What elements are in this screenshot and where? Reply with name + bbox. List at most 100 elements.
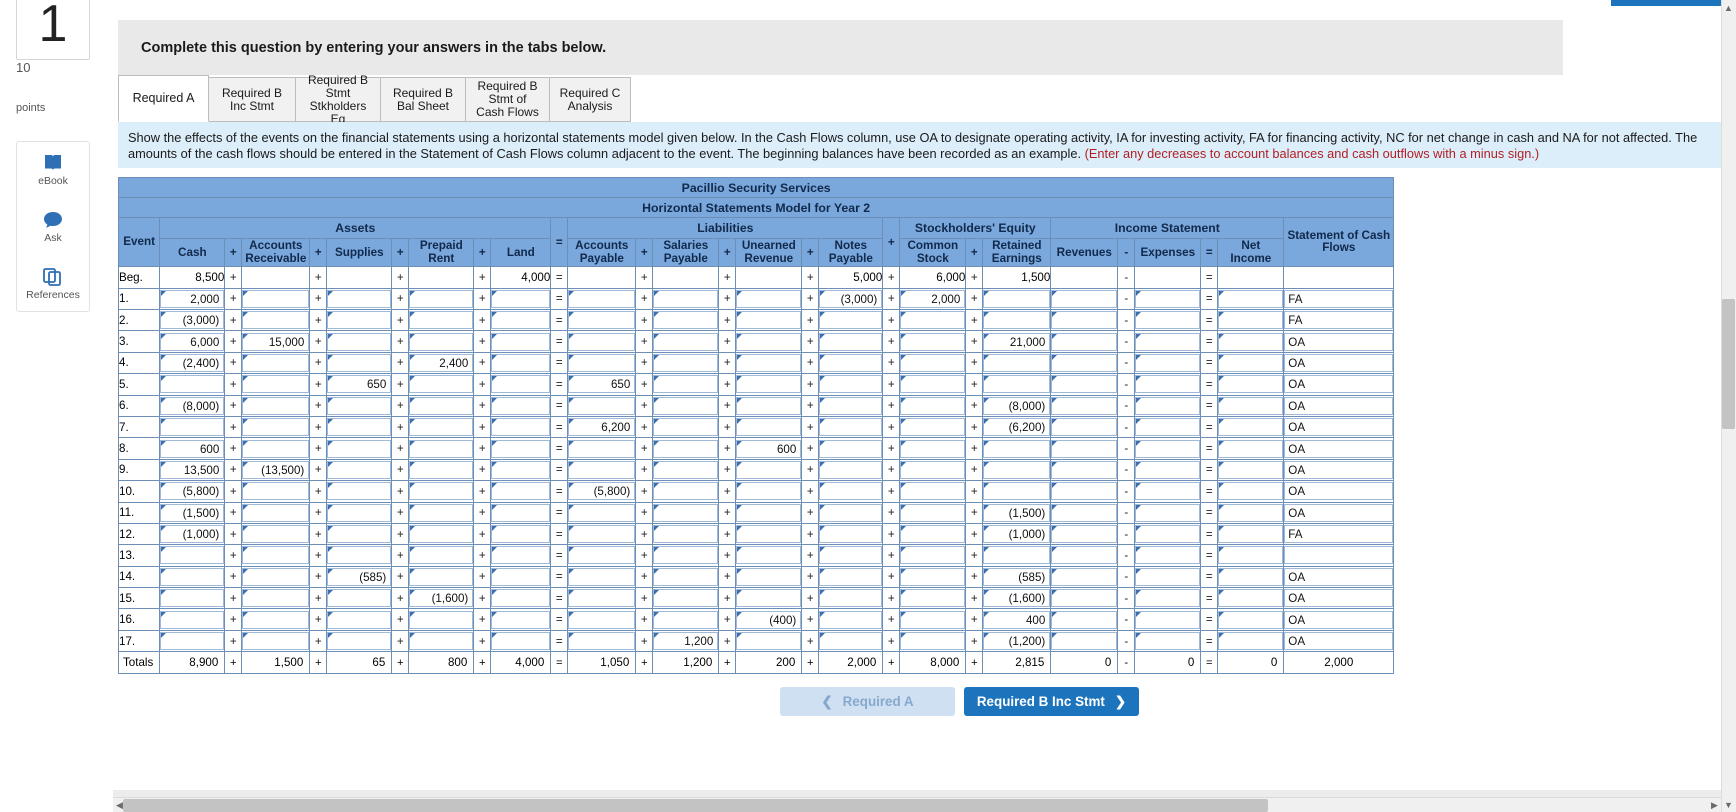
input-revenues[interactable] [1051,567,1118,586]
vertical-scroll-thumb[interactable] [1722,299,1735,429]
input-supplies[interactable]: (585) [327,567,392,586]
input-cash-flow[interactable]: OA [1284,567,1394,586]
cell-cash-flow[interactable]: OA [1283,394,1395,417]
scroll-down-arrow[interactable]: ▼ [1722,797,1735,812]
input-net-income[interactable] [1218,396,1284,415]
input-net-income[interactable] [1218,460,1284,479]
input-revenues[interactable] [1051,589,1118,608]
input-expenses[interactable] [1135,589,1201,608]
input-prepaid-rent[interactable] [409,567,474,586]
cell-cash-flow[interactable]: OA [1283,587,1395,610]
input-net-income[interactable] [1218,589,1284,608]
input-cash[interactable] [160,418,225,437]
input-net-income[interactable] [1218,375,1284,394]
input-land[interactable] [491,460,551,479]
input-cash[interactable]: (1,500) [160,503,225,522]
input-supplies[interactable] [327,525,392,544]
input-accounts-receivable[interactable] [242,482,310,501]
input-notes-payable[interactable] [819,610,883,629]
input-supplies[interactable] [327,439,392,458]
input-salaries-payable[interactable] [653,567,719,586]
input-cash-flow[interactable]: OA [1284,439,1394,458]
input-cash[interactable]: (5,800) [160,482,225,501]
input-supplies[interactable] [327,418,392,437]
input-salaries-payable[interactable]: 1,200 [653,632,719,651]
input-salaries-payable[interactable] [653,353,719,372]
input-land[interactable] [491,482,551,501]
input-retained-earnings[interactable] [983,289,1051,308]
input-salaries-payable[interactable] [653,375,719,394]
input-accounts-receivable[interactable] [242,567,310,586]
input-accounts-receivable[interactable]: 15,000 [242,332,310,351]
input-cash[interactable] [160,589,225,608]
cell-cash-flow[interactable] [1283,544,1395,567]
input-accounts-receivable[interactable] [242,439,310,458]
tab-required-b-stmt-stkholders-eq[interactable]: Required B Stmt Stkholders Eq [295,73,381,125]
input-expenses[interactable] [1135,525,1201,544]
input-land[interactable] [491,289,551,308]
input-prepaid-rent[interactable] [409,610,474,629]
input-cash-flow[interactable]: FA [1284,525,1394,544]
input-cash-flow[interactable]: OA [1284,460,1394,479]
input-accounts-payable[interactable] [568,353,636,372]
input-expenses[interactable] [1135,353,1201,372]
input-cash-flow[interactable]: FA [1284,311,1394,330]
input-supplies[interactable] [327,546,392,565]
input-unearned-revenue[interactable] [736,503,802,522]
input-expenses[interactable] [1135,289,1201,308]
tab-required-c-analysis[interactable]: Required C Analysis [549,77,631,122]
input-retained-earnings[interactable]: (1,600) [983,589,1051,608]
input-common-stock[interactable]: 2,000 [900,289,966,308]
cell-cash-flow[interactable]: OA [1283,415,1395,439]
input-common-stock[interactable] [900,589,966,608]
input-common-stock[interactable] [900,525,966,544]
input-prepaid-rent[interactable] [409,546,474,565]
input-cash-flow[interactable]: OA [1284,332,1394,351]
input-common-stock[interactable] [900,418,966,437]
input-prepaid-rent[interactable] [409,289,474,308]
input-net-income[interactable] [1218,610,1284,629]
input-salaries-payable[interactable] [653,460,719,479]
input-common-stock[interactable] [900,567,966,586]
input-retained-earnings[interactable]: 400 [983,610,1051,629]
input-cash[interactable]: (2,400) [160,353,225,372]
input-accounts-payable[interactable] [568,525,636,544]
input-supplies[interactable] [327,353,392,372]
input-prepaid-rent[interactable]: 2,400 [409,353,474,372]
input-notes-payable[interactable] [819,525,883,544]
input-revenues[interactable] [1051,503,1118,522]
input-notes-payable[interactable] [819,632,883,651]
input-expenses[interactable] [1135,460,1201,479]
input-retained-earnings[interactable]: (1,500) [983,503,1051,522]
input-net-income[interactable] [1218,546,1284,565]
input-salaries-payable[interactable] [653,396,719,415]
input-supplies[interactable] [327,632,392,651]
input-unearned-revenue[interactable] [736,525,802,544]
input-unearned-revenue[interactable] [736,396,802,415]
input-accounts-payable[interactable] [568,567,636,586]
input-unearned-revenue[interactable] [736,546,802,565]
input-supplies[interactable] [327,289,392,308]
input-accounts-payable[interactable] [568,439,636,458]
next-required-b-inc-stmt-button[interactable]: Required B Inc Stmt ❯ [964,687,1139,716]
input-unearned-revenue[interactable] [736,375,802,394]
input-prepaid-rent[interactable] [409,525,474,544]
input-land[interactable] [491,396,551,415]
input-cash-flow[interactable]: OA [1284,610,1394,629]
input-prepaid-rent[interactable] [409,632,474,651]
input-retained-earnings[interactable] [983,375,1051,394]
input-supplies[interactable] [327,332,392,351]
input-accounts-receivable[interactable] [242,353,310,372]
input-salaries-payable[interactable] [653,418,719,437]
input-cash-flow[interactable]: OA [1284,396,1394,415]
input-cash-flow[interactable] [1284,546,1394,565]
input-notes-payable[interactable] [819,396,883,415]
tool-references[interactable]: References [17,256,89,313]
input-accounts-payable[interactable] [568,460,636,479]
input-net-income[interactable] [1218,567,1284,586]
input-cash[interactable]: (1,000) [160,525,225,544]
input-notes-payable[interactable] [819,332,883,351]
input-prepaid-rent[interactable] [409,418,474,437]
input-common-stock[interactable] [900,353,966,372]
input-accounts-payable[interactable]: (5,800) [568,482,636,501]
